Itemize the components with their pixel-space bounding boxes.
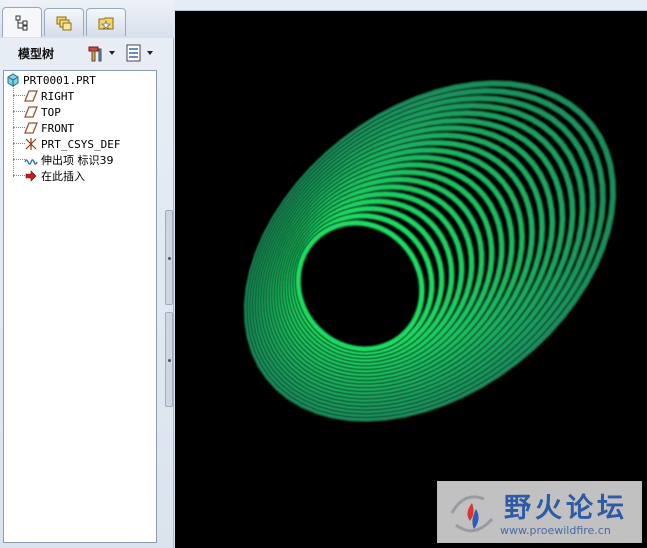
tree-item-front-plane[interactable]: FRONT — [24, 120, 74, 136]
datum-plane-icon — [24, 122, 38, 134]
viewport-top-strip — [174, 0, 647, 11]
model-tree-icon — [15, 15, 28, 30]
tree-item-top-plane[interactable]: TOP — [24, 104, 61, 120]
navigator-tab-bar — [0, 0, 174, 38]
part-icon — [7, 73, 19, 87]
watermark-url: www.proewildfire.cn — [500, 524, 611, 537]
tab-model-tree[interactable] — [2, 7, 42, 37]
spiral-sweep-model[interactable] — [175, 11, 647, 548]
watermark-title: 野火论坛 — [504, 493, 628, 524]
datum-plane-icon — [24, 106, 38, 118]
settings-hammer-icon — [88, 46, 102, 62]
tab-favorites[interactable] — [86, 8, 126, 36]
coordinate-system-icon — [25, 138, 37, 150]
tree-item-right-plane[interactable]: RIGHT — [24, 88, 74, 104]
model-tree[interactable]: PRT0001.PRT RIGHT TOP FRONT PRT_CSYS_DEF — [3, 70, 157, 543]
model-tree-panel: 模型树 PRT0001.PRT RIGHT TOP FRONT PRT_CSYS… — [0, 0, 174, 548]
graphics-viewport[interactable] — [175, 11, 647, 548]
tree-item-insert-here[interactable]: 在此插入 — [24, 168, 85, 184]
model-tree-title: 模型树 — [18, 47, 55, 61]
forum-logo-icon — [450, 495, 494, 533]
panel-splitter-handle[interactable] — [165, 210, 173, 305]
chevron-down-icon — [109, 51, 115, 55]
tree-item-protrusion[interactable]: 伸出项 标识39 — [24, 152, 114, 168]
tab-folder-browser[interactable] — [44, 8, 84, 36]
panel-splitter-handle-lower[interactable] — [165, 312, 173, 407]
forum-watermark: 野火论坛 www.proewildfire.cn — [437, 481, 642, 543]
tree-settings-button[interactable] — [86, 42, 116, 64]
tree-item-root-part[interactable]: PRT0001.PRT — [6, 72, 96, 88]
folder-browser-icon — [56, 16, 72, 30]
show-list-icon — [126, 44, 141, 62]
datum-plane-icon — [24, 90, 38, 102]
protrusion-icon — [24, 159, 38, 165]
tree-item-csys[interactable]: PRT_CSYS_DEF — [24, 136, 120, 152]
show-options-button[interactable] — [124, 42, 154, 64]
model-tree-header: 模型树 — [0, 38, 174, 68]
chevron-down-icon — [147, 51, 153, 55]
insert-here-arrow-icon — [25, 170, 37, 182]
favorites-folder-icon — [98, 17, 114, 30]
